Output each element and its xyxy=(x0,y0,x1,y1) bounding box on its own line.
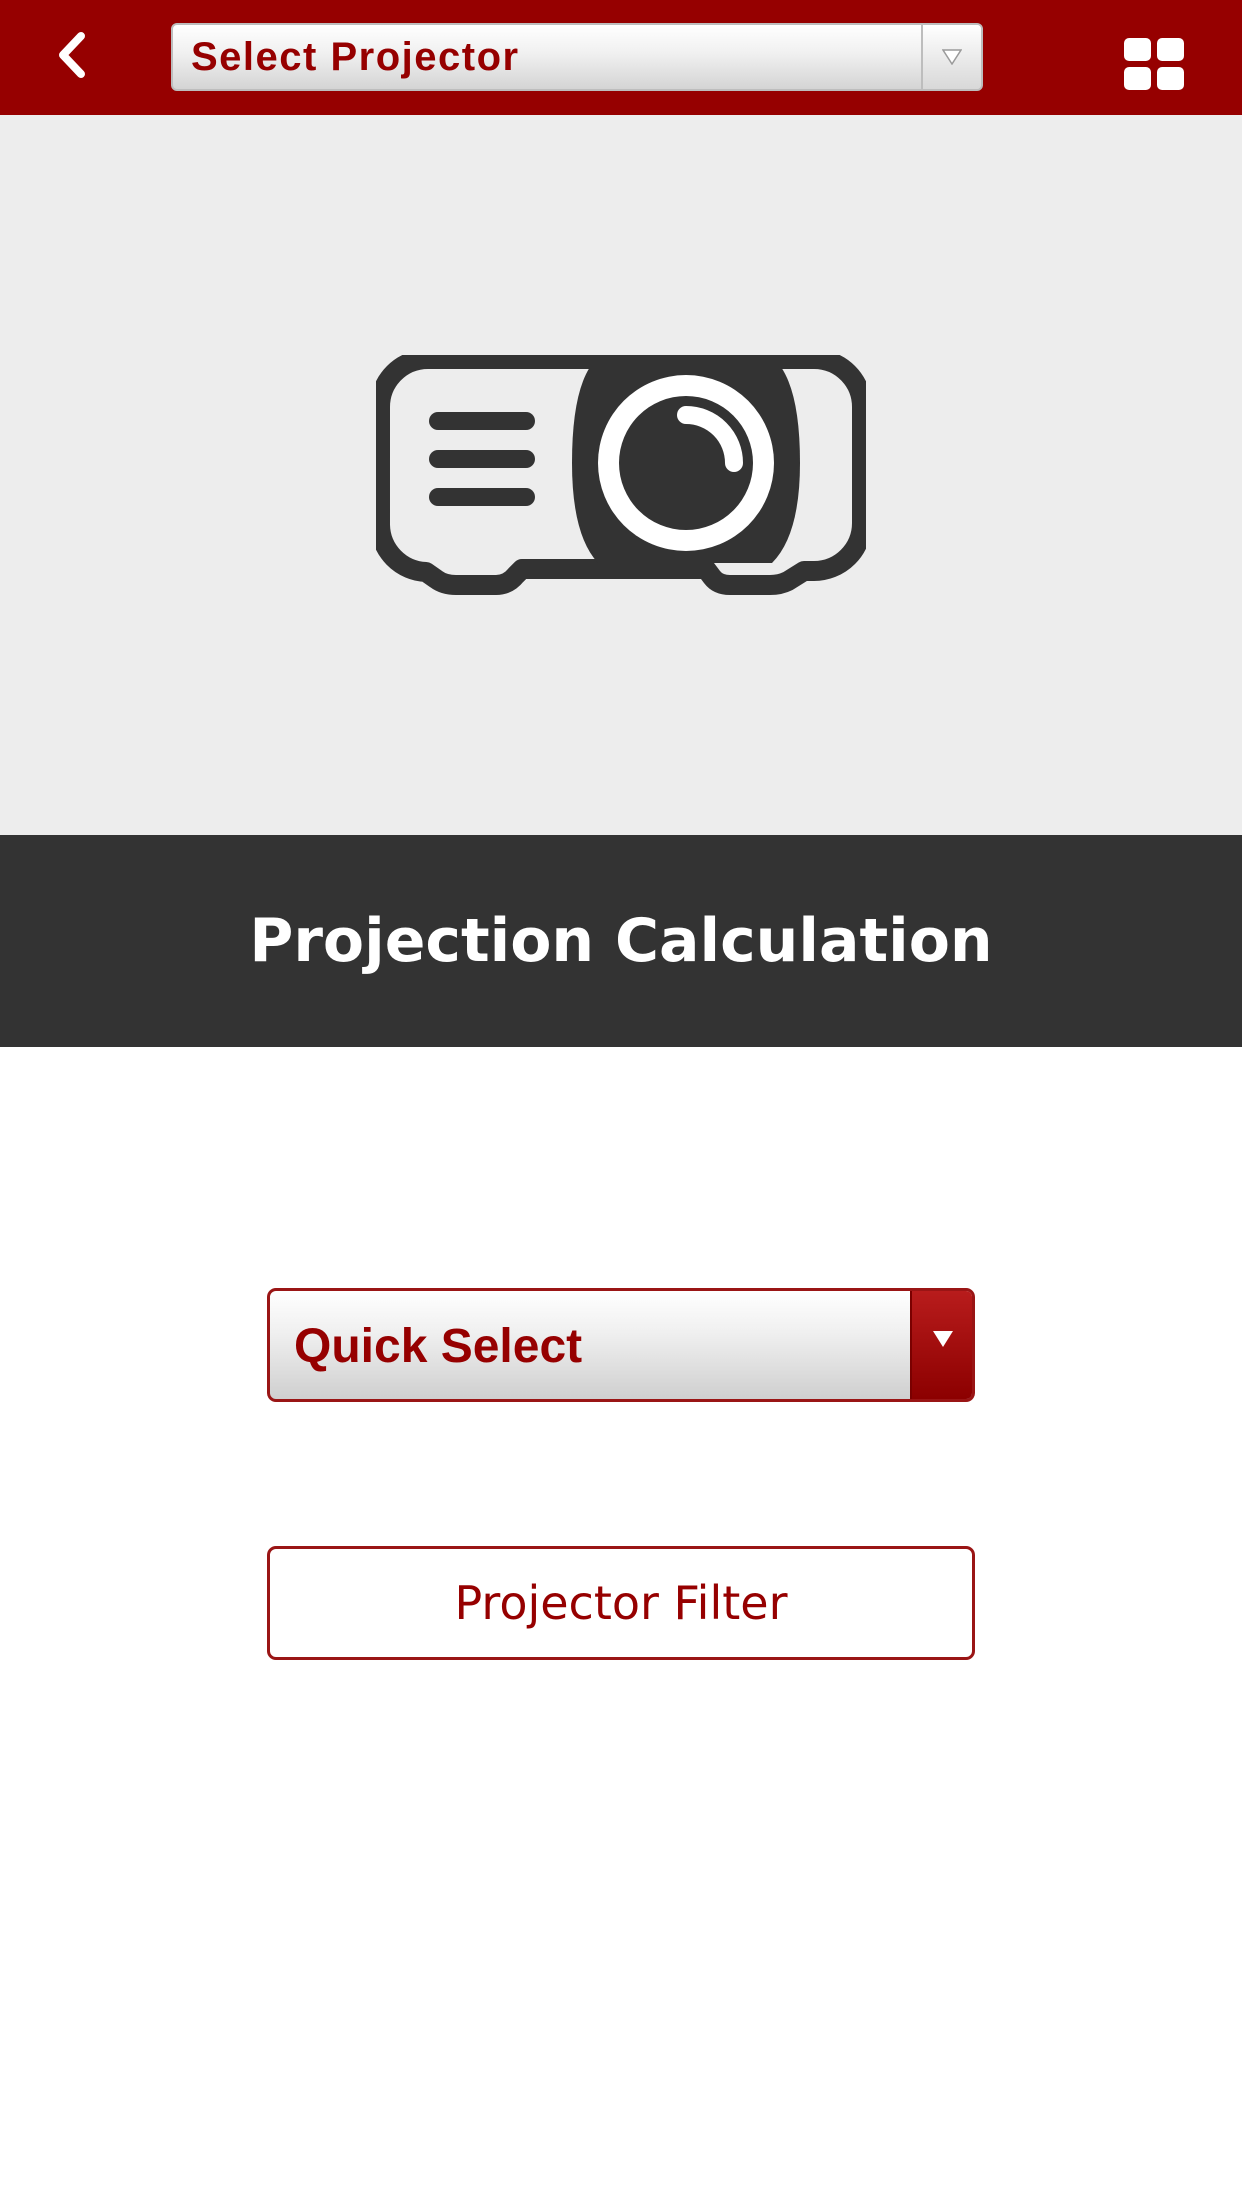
projector-filter-label: Projector Filter xyxy=(454,1576,788,1630)
quick-select-arrow[interactable] xyxy=(910,1291,972,1399)
projector-select[interactable]: Select Projector xyxy=(171,23,983,91)
hero-banner xyxy=(0,115,1242,835)
hero-icon-wrapper xyxy=(376,355,866,595)
quick-select-value: Quick Select xyxy=(294,1320,583,1373)
projector-filter-button[interactable]: Projector Filter xyxy=(267,1546,975,1660)
grid-icon xyxy=(1124,38,1184,90)
back-button[interactable] xyxy=(40,22,110,92)
triangle-down-icon xyxy=(933,1331,953,1347)
chevron-left-icon xyxy=(59,32,85,78)
menu-grid-button[interactable] xyxy=(1122,36,1186,92)
quick-select-dropdown[interactable]: Quick Select xyxy=(267,1288,975,1402)
projector-select-arrow[interactable] xyxy=(921,25,981,89)
top-bar: Select Projector xyxy=(0,0,1242,115)
triangle-down-icon xyxy=(942,49,962,65)
page-title: Projection Calculation xyxy=(249,906,993,976)
projector-select-value: Select Projector xyxy=(191,35,520,79)
section-header: Projection Calculation xyxy=(0,835,1242,1047)
projector-icon xyxy=(376,355,866,595)
